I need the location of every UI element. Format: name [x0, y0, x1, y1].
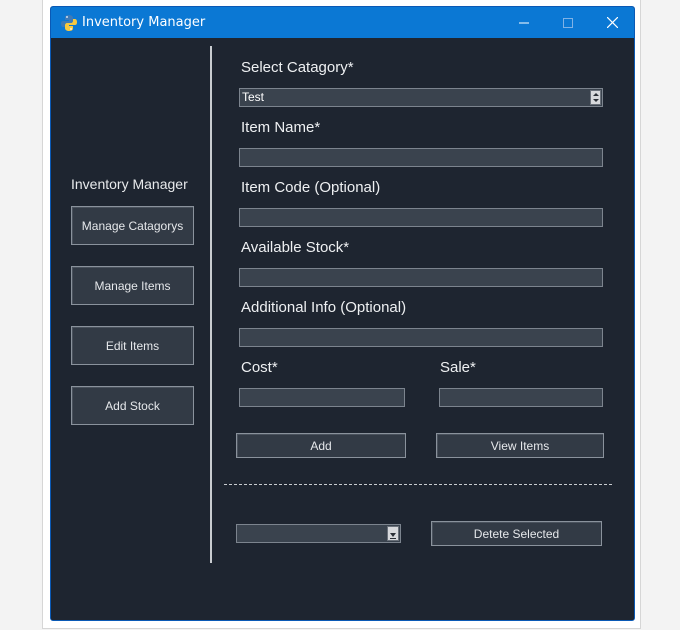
cost-input[interactable]: [239, 388, 405, 407]
close-icon: [606, 17, 618, 28]
minimize-icon: [519, 22, 529, 23]
vertical-divider: [210, 46, 212, 563]
maximize-button[interactable]: [546, 7, 590, 38]
dropdown-arrow-icon[interactable]: [387, 526, 399, 541]
item-select-combobox[interactable]: [236, 524, 401, 543]
category-spinbox[interactable]: Test: [239, 88, 603, 107]
cost-label: Cost*: [241, 359, 278, 376]
window-title: Inventory Manager: [82, 15, 206, 30]
manage-items-button[interactable]: Manage Items: [71, 266, 194, 305]
manage-categories-button[interactable]: Manage Catagorys: [71, 206, 194, 245]
horizontal-divider: [224, 484, 612, 485]
add-stock-button[interactable]: Add Stock: [71, 386, 194, 425]
available-stock-input[interactable]: [239, 268, 603, 287]
item-name-label: Item Name*: [241, 119, 321, 136]
delete-selected-button[interactable]: Detete Selected: [431, 521, 602, 546]
app-window: Inventory Manager Inventory Manager Mana…: [50, 6, 635, 621]
title-bar[interactable]: Inventory Manager: [51, 7, 634, 38]
additional-info-label: Additional Info (Optional): [241, 299, 407, 316]
category-label: Select Catagory*: [241, 59, 354, 76]
category-value: Test: [242, 90, 265, 104]
add-button[interactable]: Add: [236, 433, 406, 458]
sale-input[interactable]: [439, 388, 603, 407]
additional-info-input[interactable]: [239, 328, 603, 347]
item-code-label: Item Code (Optional): [241, 179, 381, 196]
spin-arrows-icon[interactable]: [590, 90, 601, 105]
minimize-button[interactable]: [502, 7, 546, 38]
maximize-icon: [563, 17, 573, 28]
close-button[interactable]: [590, 7, 634, 38]
item-name-input[interactable]: [239, 148, 603, 167]
available-stock-label: Available Stock*: [241, 239, 350, 256]
sidebar-heading: Inventory Manager: [71, 176, 188, 192]
item-code-input[interactable]: [239, 208, 603, 227]
view-items-button[interactable]: View Items: [436, 433, 604, 458]
edit-items-button[interactable]: Edit Items: [71, 326, 194, 365]
client-area: Inventory Manager Manage Catagorys Manag…: [51, 38, 634, 620]
sale-label: Sale*: [440, 359, 476, 376]
python-icon: [61, 15, 77, 31]
